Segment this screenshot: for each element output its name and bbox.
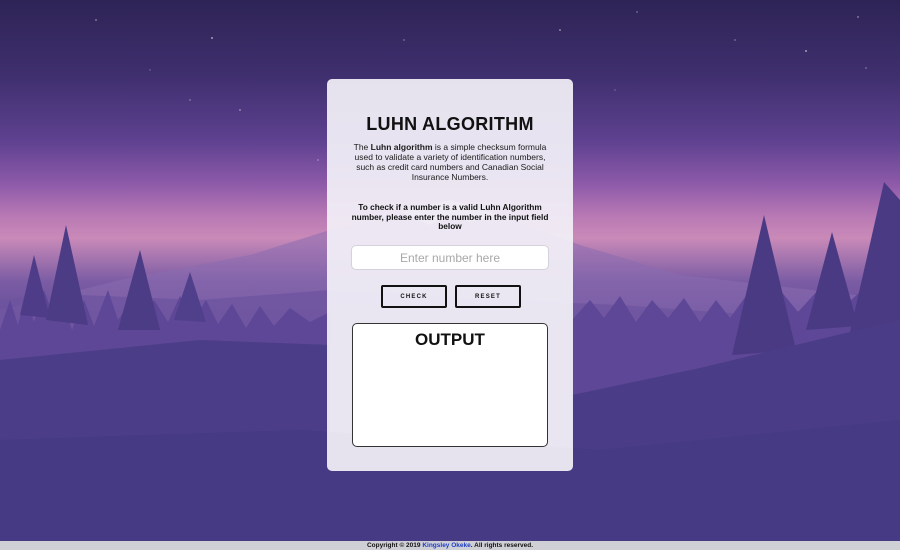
output-box: OUTPUT (352, 323, 548, 447)
number-input[interactable] (351, 245, 549, 270)
output-heading: OUTPUT (415, 330, 485, 349)
check-button[interactable]: CHECK (381, 285, 447, 308)
footer-copyright-suffix: . All rights reserved. (470, 542, 534, 549)
author-link[interactable]: Kingsley Okeke (422, 542, 470, 549)
luhn-card: LUHN ALGORITHM The Luhn algorithm is a s… (327, 79, 573, 471)
page-title: LUHN ALGORITHM (366, 114, 534, 134)
description-bold-term: Luhn algorithm (370, 142, 433, 152)
footer: Copyright © 2019 Kingsley Okeke. All rig… (0, 541, 900, 550)
footer-copyright-prefix: Copyright © 2019 (366, 542, 423, 549)
description: The Luhn algorithm is a simple checksum … (349, 142, 551, 182)
description-prefix: The (353, 142, 371, 152)
instruction-text: To check if a number is a valid Luhn Alg… (351, 202, 549, 231)
reset-button[interactable]: RESET (455, 285, 521, 308)
